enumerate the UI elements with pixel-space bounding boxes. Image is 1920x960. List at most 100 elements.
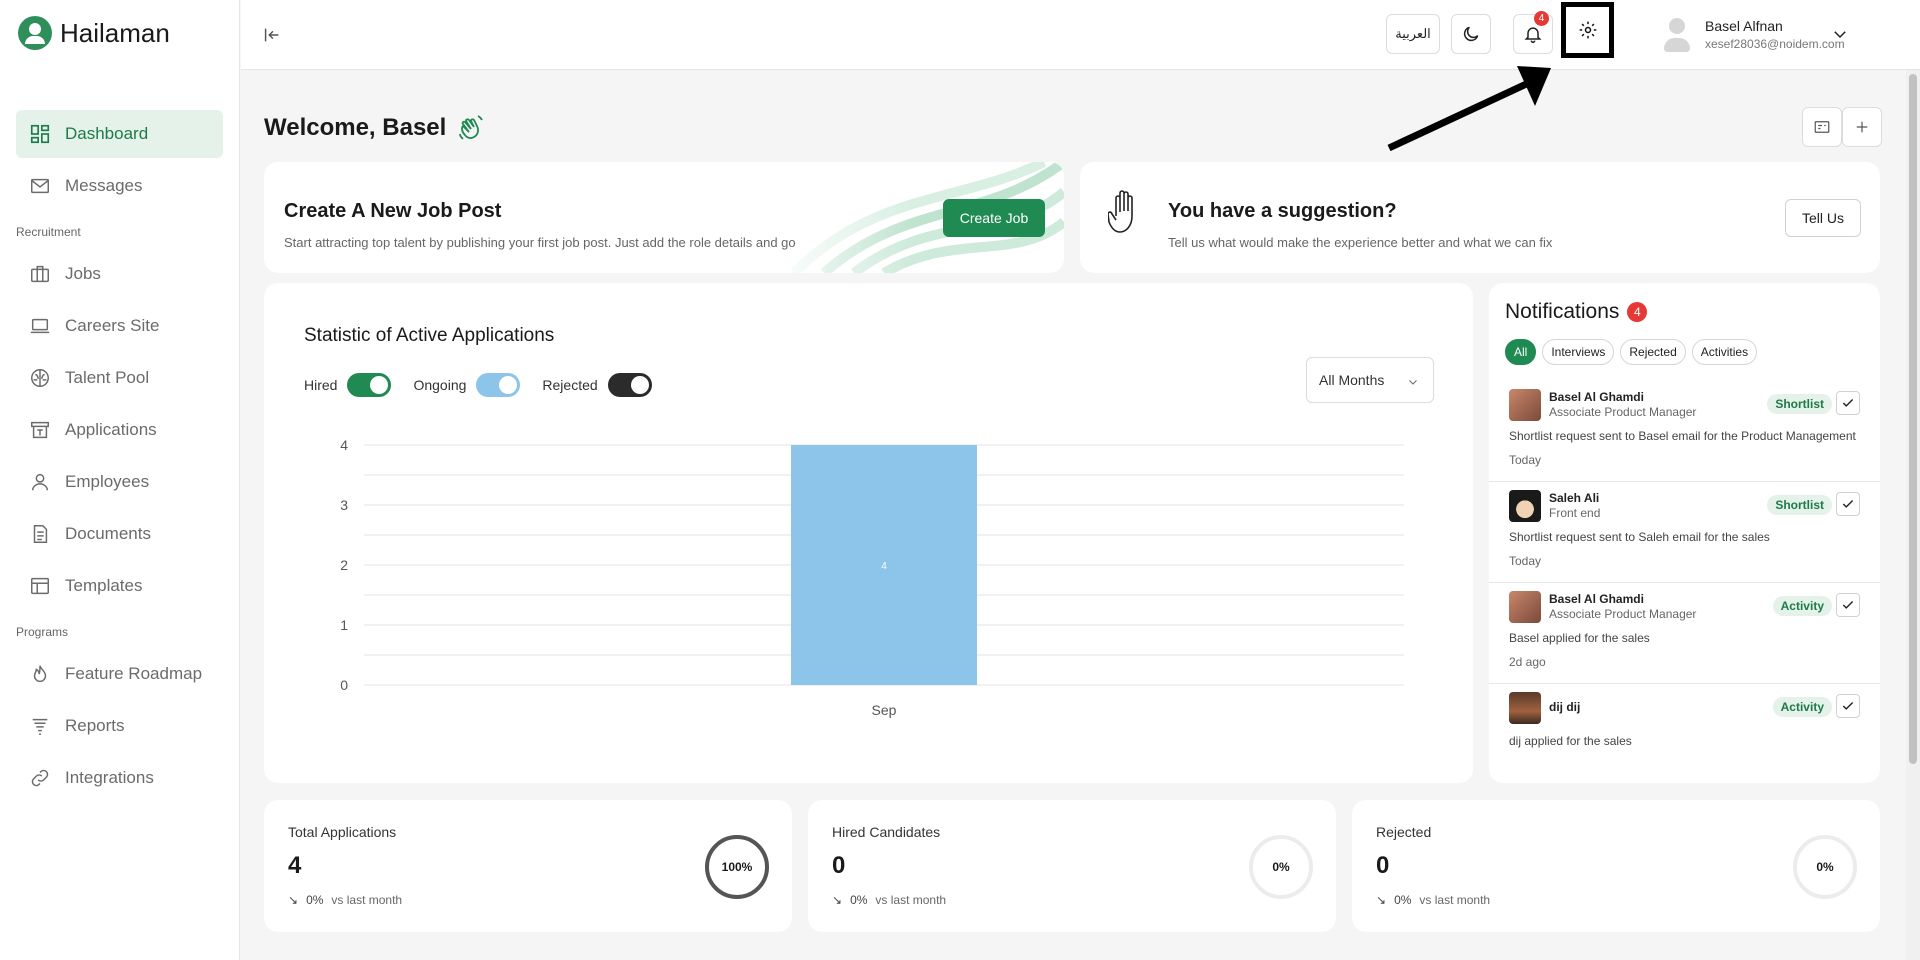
x-tick-label: Sep [872,702,897,718]
bar-chart: 0 1 2 3 4 4 Sep [340,437,1404,718]
settings-button[interactable] [1561,2,1614,58]
notification-thumbnail [1509,591,1541,623]
stat-trend: ↘ 0% vs last month [832,893,946,907]
sidebar-item-careers-site[interactable]: Careers Site [16,302,223,350]
user-menu[interactable]: Basel Alfnan xesef28036@noidem.com [1661,14,1845,54]
language-button[interactable]: العربية [1386,14,1440,54]
toggle-ongoing[interactable] [476,373,521,397]
tell-us-button[interactable]: Tell Us [1785,199,1861,237]
filter-interviews[interactable]: Interviews [1542,339,1615,365]
sidebar-nav: Dashboard Messages Recruitment Jobs Care… [16,110,223,806]
sidebar-item-messages[interactable]: Messages [16,162,223,210]
brand-logo[interactable]: Hailaman [18,16,170,50]
sidebar: Hailaman Dashboard Messages Recruitment … [0,0,240,960]
brand-mark-icon [18,16,52,50]
stat-label: Hired Candidates [832,824,941,840]
sidebar-item-label: Careers Site [65,316,160,335]
notifications-title: Notifications [1505,300,1620,323]
status-badge: Shortlist [1767,495,1832,515]
toggle-rejected[interactable] [607,373,652,397]
notification-text: Shortlist request sent to Saleh email fo… [1509,530,1770,544]
status-badge: Activity [1772,596,1832,616]
notifications-header: Notifications 4 [1505,300,1648,324]
notification-count-badge: 4 [1534,11,1549,26]
y-tick-label: 1 [340,617,348,633]
notification-thumbnail [1509,389,1541,421]
series-toggles: Hired Ongoing Rejected [304,373,664,397]
notification-role: Front end [1549,506,1601,520]
stat-value: 0 [1376,852,1390,879]
notification-thumbnail [1509,490,1541,522]
notification-list: Basel Al Ghamdi Associate Product Manage… [1489,381,1880,783]
notification-text: Shortlist request sent to Basel email fo… [1509,429,1856,443]
document-icon [33,525,48,543]
id-card-icon [1814,121,1830,133]
stat-card-total-applications: Total Applications 4 ↘ 0% vs last month … [264,800,792,932]
add-widget-button[interactable] [1842,107,1882,147]
raised-hand-icon [1108,190,1133,233]
sidebar-item-label: Dashboard [65,124,149,143]
sidebar-item-reports[interactable]: Reports [16,702,223,750]
page-scrollbar[interactable] [1906,70,1920,960]
card-view-button[interactable] [1802,107,1842,147]
notifications-button[interactable]: 4 [1513,11,1553,54]
sidebar-item-label: Employees [65,472,150,491]
toggle-hired[interactable] [347,373,392,397]
list-item[interactable]: Saleh Ali Front end Shortlist Shortlist … [1489,482,1880,583]
mark-read-button[interactable] [1836,593,1860,617]
toggle-hired-label: Hired [304,377,338,393]
month-filter-select[interactable]: All Months [1306,357,1434,403]
scrollbar-thumb[interactable] [1909,74,1917,764]
suggestion-subtitle: Tell us what would make the experience b… [1168,235,1553,250]
stat-value: 4 [288,852,302,879]
notification-filters: All Interviews Rejected Activities [1505,339,1758,365]
sidebar-item-jobs[interactable]: Jobs [16,250,223,298]
stat-trend-note: vs last month [331,893,403,907]
sidebar-item-employees[interactable]: Employees [16,458,223,506]
mail-icon [31,178,49,194]
applications-chart-card: Statistic of Active Applications Hired O… [264,283,1473,783]
list-item[interactable]: Basel Al Ghamdi Associate Product Manage… [1489,583,1880,684]
list-item[interactable]: dij dij Activity dij applied for the sal… [1489,684,1880,783]
create-job-card: Create A New Job Post Start attracting t… [264,162,1064,273]
laptop-icon [30,318,50,334]
sidebar-item-applications[interactable]: Applications [16,406,223,454]
sidebar-item-label: Integrations [65,768,154,787]
mark-read-button[interactable] [1836,492,1860,516]
nav-section-programs: Programs [16,625,69,639]
ring-value: 0% [1816,860,1834,874]
sidebar-item-templates[interactable]: Templates [16,562,223,610]
avatar [1661,14,1693,54]
mark-read-button[interactable] [1836,694,1860,718]
toggle-ongoing-label: Ongoing [413,377,467,393]
status-badge: Shortlist [1767,394,1832,414]
sidebar-item-dashboard[interactable]: Dashboard [16,110,223,158]
y-tick-label: 3 [340,497,348,513]
filter-all[interactable]: All [1505,339,1537,365]
reports-icon [32,718,48,735]
collapse-sidebar-icon[interactable] [261,24,283,46]
theme-toggle-button[interactable] [1451,14,1491,54]
list-item[interactable]: Basel Al Ghamdi Associate Product Manage… [1489,381,1880,482]
sidebar-item-integrations[interactable]: Integrations [16,754,223,802]
chevron-down-icon[interactable] [1831,25,1849,43]
job-card-subtitle: Start attracting top talent by publishin… [284,235,796,250]
sidebar-item-feature-roadmap[interactable]: Feature Roadmap [16,650,223,698]
sidebar-item-talent-pool[interactable]: Talent Pool [16,354,223,402]
suggestion-title: You have a suggestion? [1168,200,1397,222]
ring-value: 0% [1272,860,1290,874]
stat-label: Rejected [1376,824,1432,840]
notification-time: Today [1509,554,1542,568]
mark-read-button[interactable] [1836,391,1860,415]
topbar: العربية 4 Basel Alfnan xesef28036@noidem… [241,0,1920,70]
trend-down-icon: ↘ [288,893,299,907]
bell-icon [1524,27,1542,44]
create-job-button[interactable]: Create Job [943,199,1045,237]
stat-trend-value: 0% [306,893,324,907]
filter-activities[interactable]: Activities [1691,339,1758,365]
stat-trend-value: 0% [1394,893,1412,907]
trend-down-icon: ↘ [1376,893,1387,907]
sidebar-item-documents[interactable]: Documents [16,510,223,558]
filter-rejected[interactable]: Rejected [1620,339,1686,365]
check-icon [1842,702,1854,710]
